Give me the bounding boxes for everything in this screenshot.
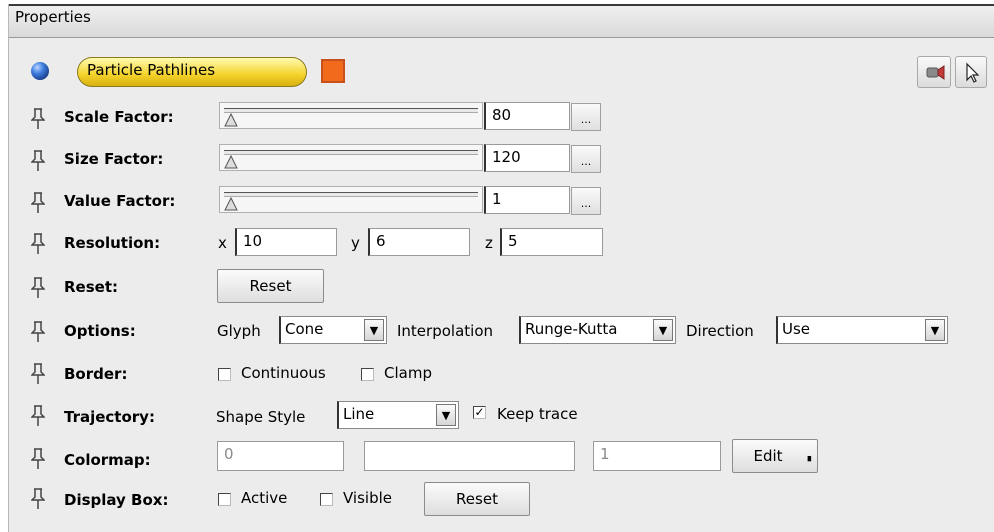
- clamp-label: Clamp: [384, 364, 432, 382]
- shape-style-select[interactable]: Line ▼: [337, 401, 459, 429]
- resolution-z-label: z: [485, 234, 493, 252]
- size-factor-more-button[interactable]: ...: [571, 145, 601, 173]
- interpolation-value: Runge-Kutta: [525, 320, 618, 338]
- size-factor-field[interactable]: 120: [484, 144, 570, 172]
- pin-icon[interactable]: [31, 150, 45, 172]
- resolution-x-field[interactable]: 10: [235, 228, 337, 256]
- dropdown-arrow-icon[interactable]: ▼: [436, 404, 456, 426]
- scale-factor-more-button[interactable]: ...: [571, 103, 601, 131]
- pin-icon[interactable]: [31, 405, 45, 427]
- object-color-swatch[interactable]: [321, 59, 345, 83]
- colormap-label: Colormap:: [64, 451, 151, 469]
- object-visibility-ball-icon[interactable]: [31, 62, 49, 80]
- value-factor-more-button[interactable]: ...: [571, 187, 601, 215]
- continuous-checkbox[interactable]: [218, 368, 231, 381]
- resolution-y-field[interactable]: 6: [368, 228, 470, 256]
- pin-icon[interactable]: [31, 363, 45, 385]
- display-box-visible-checkbox[interactable]: [320, 493, 333, 506]
- pin-icon[interactable]: [31, 448, 45, 470]
- keep-trace-label: Keep trace: [497, 405, 578, 423]
- value-factor-label: Value Factor:: [64, 192, 176, 210]
- display-box-reset-button[interactable]: Reset: [424, 482, 530, 516]
- glyph-label: Glyph: [217, 322, 261, 340]
- panel-title: Properties: [9, 4, 994, 38]
- size-factor-label: Size Factor:: [64, 150, 164, 168]
- pin-icon[interactable]: [31, 233, 45, 255]
- continuous-label: Continuous: [241, 364, 326, 382]
- options-label: Options:: [64, 322, 136, 340]
- resolution-z-field[interactable]: 5: [500, 228, 603, 256]
- slider-thumb-icon[interactable]: [224, 197, 238, 211]
- scale-factor-label: Scale Factor:: [64, 108, 174, 126]
- pin-icon[interactable]: [31, 321, 45, 343]
- menu-indicator-icon: ▗: [804, 452, 811, 462]
- shape-style-value: Line: [343, 405, 375, 423]
- reset-button[interactable]: Reset: [217, 269, 324, 303]
- pin-icon[interactable]: [31, 192, 45, 214]
- display-box-label: Display Box:: [64, 491, 169, 509]
- value-factor-field[interactable]: 1: [484, 186, 570, 214]
- resolution-y-label: y: [351, 234, 360, 252]
- properties-panel: Properties Particle Pathlines Scale Fact…: [8, 4, 994, 532]
- border-label: Border:: [64, 365, 128, 383]
- direction-label: Direction: [686, 322, 754, 340]
- shape-style-label: Shape Style: [216, 408, 306, 426]
- colormap-edit-button[interactable]: Edit ▗: [732, 439, 818, 473]
- clamp-checkbox[interactable]: [361, 368, 374, 381]
- pointer-button[interactable]: [955, 56, 987, 88]
- reset-label: Reset:: [64, 278, 118, 296]
- colormap-preview[interactable]: [364, 441, 575, 471]
- interpolation-select[interactable]: Runge-Kutta ▼: [519, 316, 676, 344]
- size-factor-slider[interactable]: [219, 144, 483, 171]
- edit-label: Edit: [753, 447, 783, 465]
- glyph-select[interactable]: Cone ▼: [279, 316, 387, 344]
- dropdown-arrow-icon[interactable]: ▼: [653, 319, 673, 341]
- camera-icon: [926, 65, 945, 80]
- scale-factor-field[interactable]: 80: [484, 102, 570, 130]
- resolution-x-label: x: [218, 234, 227, 252]
- pin-icon[interactable]: [31, 488, 45, 510]
- interpolation-label: Interpolation: [397, 322, 493, 340]
- resolution-label: Resolution:: [64, 234, 161, 252]
- slider-thumb-icon[interactable]: [224, 113, 238, 127]
- glyph-value: Cone: [285, 320, 324, 338]
- direction-value: Use: [782, 320, 811, 338]
- keep-trace-checkbox[interactable]: ✓: [473, 406, 486, 419]
- pointer-icon: [966, 62, 980, 83]
- dropdown-arrow-icon[interactable]: ▼: [364, 319, 384, 341]
- colormap-max-field[interactable]: 1: [593, 441, 721, 471]
- scale-factor-slider[interactable]: [219, 102, 483, 129]
- colormap-min-field[interactable]: 0: [217, 441, 344, 471]
- value-factor-slider[interactable]: [219, 186, 483, 213]
- pin-icon[interactable]: [31, 277, 45, 299]
- dropdown-arrow-icon[interactable]: ▼: [925, 319, 945, 341]
- pin-icon[interactable]: [31, 108, 45, 130]
- display-box-visible-label: Visible: [343, 489, 392, 507]
- object-name-pill[interactable]: Particle Pathlines: [77, 57, 307, 87]
- display-box-active-label: Active: [241, 489, 288, 507]
- direction-select[interactable]: Use ▼: [776, 316, 948, 344]
- slider-thumb-icon[interactable]: [224, 155, 238, 169]
- display-box-active-checkbox[interactable]: [218, 493, 231, 506]
- trajectory-label: Trajectory:: [64, 408, 155, 426]
- camera-button[interactable]: [917, 56, 951, 88]
